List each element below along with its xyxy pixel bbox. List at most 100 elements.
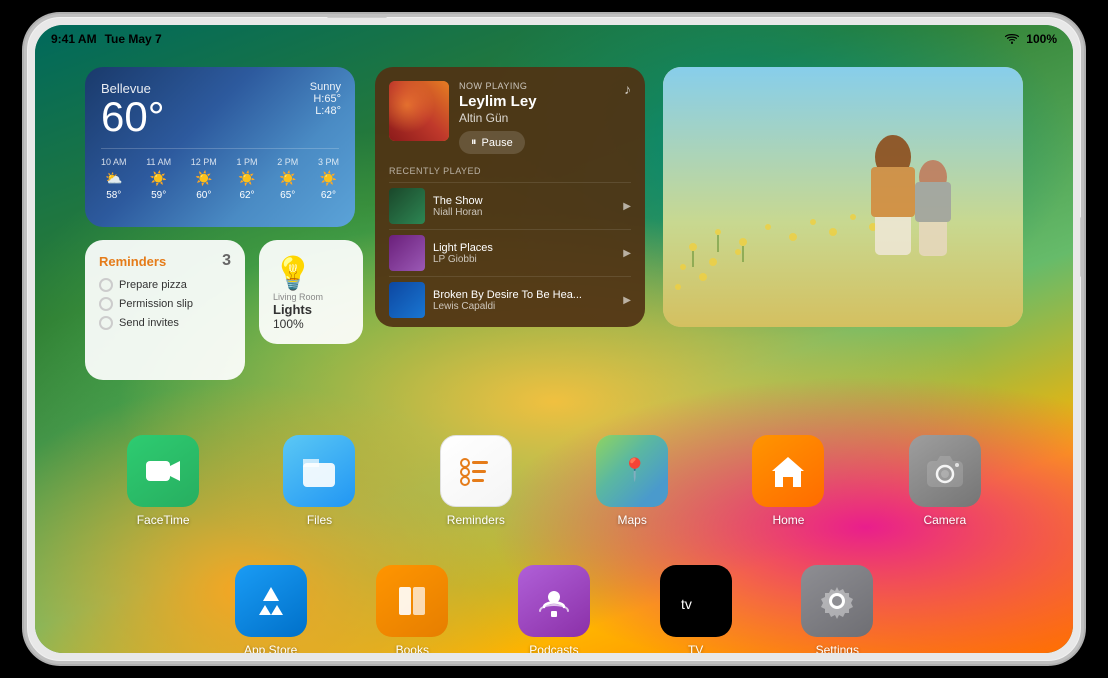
battery-level: 100% [1026, 32, 1057, 46]
status-date: Tue May 7 [105, 32, 162, 46]
weather-conditions: Sunny H:65° L:48° [310, 81, 341, 117]
forecast-item-2: 12 PM ☀️ 60° [191, 157, 217, 201]
track-play-0[interactable]: ▶ [623, 201, 631, 212]
files-label: Files [307, 513, 332, 527]
books-label: Books [396, 643, 429, 653]
app-camera[interactable]: Camera [909, 435, 981, 527]
reminders-label: Reminders [447, 513, 505, 527]
track-thumbnail-0 [389, 188, 425, 224]
maps-icon: 📍 [596, 435, 668, 507]
reminder-item-2: Send invites [99, 316, 231, 330]
status-time: 9:41 AM [51, 32, 97, 46]
music-track-2[interactable]: Broken By Desire To Be Hea... Lewis Capa… [389, 276, 631, 323]
ipad-frame: 9:41 AM Tue May 7 100% Bellevue 60° Sunn… [24, 14, 1084, 664]
app-files[interactable]: Files [283, 435, 355, 527]
app-podcasts[interactable]: Podcasts [518, 565, 590, 653]
weather-widget[interactable]: Bellevue 60° Sunny H:65° L:48° 10 AM ⛅ 5… [85, 67, 355, 227]
svg-text:tv: tv [681, 596, 692, 612]
weather-condition: Sunny [310, 81, 341, 93]
tv-icon: tv [660, 565, 732, 637]
status-bar: 9:41 AM Tue May 7 100% [35, 25, 1073, 53]
camera-label: Camera [923, 513, 966, 527]
books-icon [376, 565, 448, 637]
home-location: Living Room [273, 292, 349, 302]
podcasts-label: Podcasts [529, 643, 578, 653]
files-icon [283, 435, 355, 507]
home-device-value: 100% [273, 317, 349, 331]
light-bulb-icon: 💡 [273, 254, 349, 292]
apps-row-1: FaceTime Files [85, 435, 1023, 527]
weather-forecast: 10 AM ⛅ 58° 11 AM ☀️ 59° 12 PM ☀️ 60° 1 … [101, 148, 339, 201]
settings-label: Settings [816, 643, 859, 653]
app-home[interactable]: Home [752, 435, 824, 527]
ipad-screen: 9:41 AM Tue May 7 100% Bellevue 60° Sunn… [35, 25, 1073, 653]
track-play-2[interactable]: ▶ [623, 295, 631, 306]
pause-button[interactable]: ⏸ Pause [459, 131, 525, 154]
app-facetime[interactable]: FaceTime [127, 435, 199, 527]
recently-played-label: RECENTLY PLAYED [389, 166, 631, 176]
settings-icon [801, 565, 873, 637]
track-title-0: The Show [433, 195, 615, 207]
volume-button[interactable] [1080, 217, 1083, 277]
home-label: Home [772, 513, 804, 527]
music-widget[interactable]: NOW PLAYING Leylim Ley Altin Gün ⏸ Pause… [375, 67, 645, 327]
app-settings[interactable]: Settings [801, 565, 873, 653]
music-track-1[interactable]: Light Places LP Giobbi ▶ [389, 229, 631, 276]
appstore-label: App Store [244, 643, 297, 653]
weather-high: H:65° [310, 93, 341, 105]
weather-city: Bellevue [101, 81, 339, 96]
weather-low: L:48° [310, 105, 341, 117]
reminders-widget-title: Reminders [99, 254, 166, 269]
reminder-item-0: Prepare pizza [99, 278, 231, 292]
track-title-1: Light Places [433, 242, 615, 254]
forecast-item-1: 11 AM ☀️ 59° [146, 157, 171, 201]
reminders-icon [440, 435, 512, 507]
track-artist-2: Lewis Capaldi [433, 301, 615, 312]
forecast-item-5: 3 PM ☀️ 62° [318, 157, 339, 201]
facetime-label: FaceTime [137, 513, 190, 527]
app-tv[interactable]: tv TV [660, 565, 732, 653]
apps-row-2: App Store Books [85, 565, 1023, 653]
app-appstore[interactable]: App Store [235, 565, 307, 653]
facetime-icon [127, 435, 199, 507]
reminder-text-1: Permission slip [119, 298, 193, 310]
photo-placeholder [663, 67, 1023, 327]
music-song-title: Leylim Ley [459, 93, 537, 110]
reminders-count: 3 [222, 252, 231, 270]
app-maps[interactable]: 📍 Maps [596, 435, 668, 527]
reminder-text-2: Send invites [119, 317, 179, 329]
top-button[interactable] [327, 15, 387, 18]
music-note-icon: ♪ [624, 81, 631, 97]
track-artist-0: Niall Horan [433, 207, 615, 218]
wifi-icon [1004, 33, 1020, 45]
track-artist-1: LP Giobbi [433, 254, 615, 265]
reminder-checkbox-1[interactable] [99, 297, 113, 311]
reminder-checkbox-0[interactable] [99, 278, 113, 292]
appstore-icon [235, 565, 307, 637]
photo-widget[interactable] [663, 67, 1023, 327]
reminder-text-0: Prepare pizza [119, 279, 187, 291]
podcasts-icon [518, 565, 590, 637]
track-thumbnail-1 [389, 235, 425, 271]
app-reminders[interactable]: Reminders [440, 435, 512, 527]
forecast-item-0: 10 AM ⛅ 58° [101, 157, 127, 201]
home-device-name: Lights [273, 302, 349, 317]
forecast-item-3: 1 PM ☀️ 62° [237, 157, 258, 201]
track-thumbnail-2 [389, 282, 425, 318]
home-lights-widget[interactable]: 💡 Living Room Lights 100% [259, 240, 363, 344]
maps-label: Maps [617, 513, 646, 527]
camera-icon [909, 435, 981, 507]
reminders-widget[interactable]: Reminders 3 Prepare pizza Permission sli… [85, 240, 245, 380]
music-track-0[interactable]: The Show Niall Horan ▶ [389, 182, 631, 229]
track-play-1[interactable]: ▶ [623, 248, 631, 259]
album-art [389, 81, 449, 141]
app-books[interactable]: Books [376, 565, 448, 653]
home-app-icon [752, 435, 824, 507]
track-title-2: Broken By Desire To Be Hea... [433, 289, 615, 301]
reminder-checkbox-2[interactable] [99, 316, 113, 330]
now-playing-label: NOW PLAYING [459, 81, 537, 91]
photo-bg-svg [663, 67, 1023, 327]
tv-label: TV [688, 643, 703, 653]
weather-temp: 60° [101, 96, 339, 138]
music-artist: Altin Gün [459, 111, 537, 125]
